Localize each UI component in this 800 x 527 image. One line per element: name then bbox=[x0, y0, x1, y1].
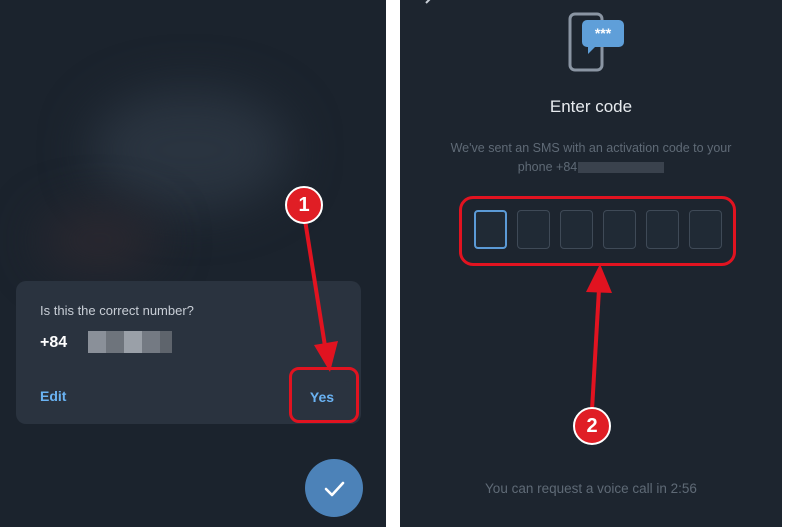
arrow-2-shaft bbox=[590, 271, 602, 411]
arrow-2-head bbox=[586, 264, 612, 293]
arrow-1-head bbox=[314, 341, 338, 372]
step-2-badge: 2 bbox=[573, 407, 611, 445]
annotation-arrows bbox=[303, 219, 612, 411]
step-1-badge: 1 bbox=[285, 186, 323, 224]
